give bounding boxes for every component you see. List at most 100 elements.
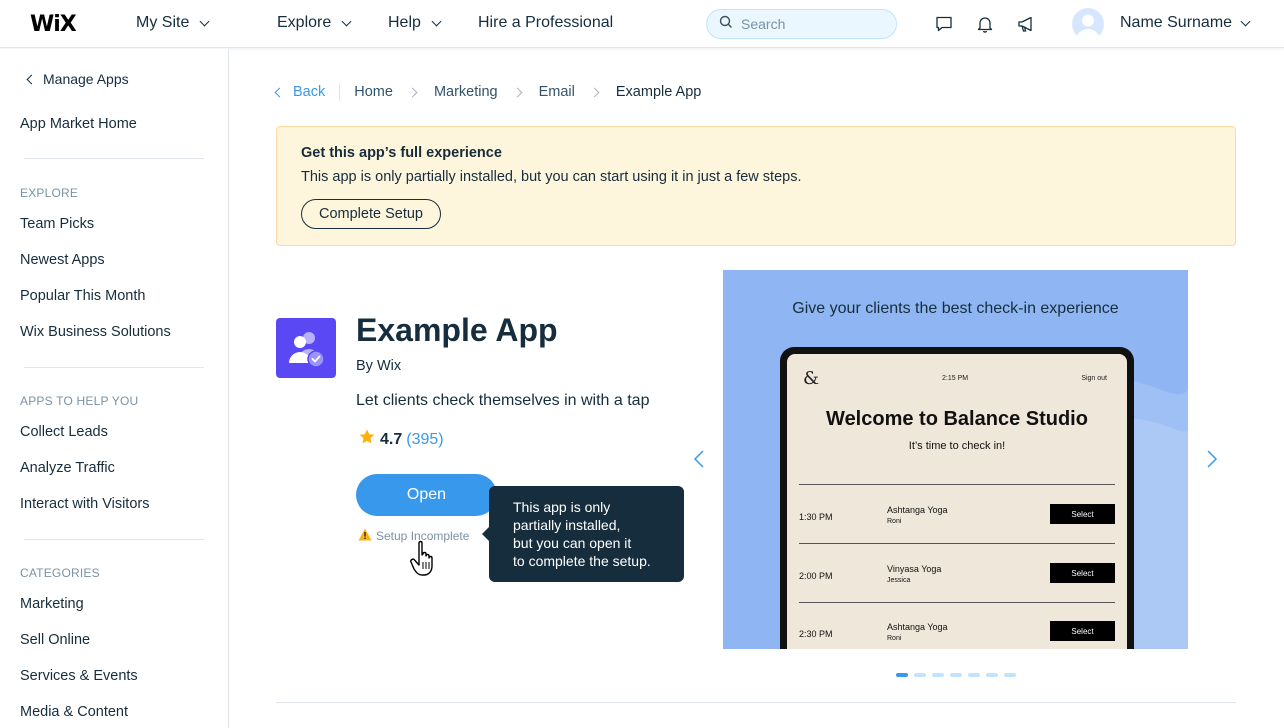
tooltip-line: partially installed, [513,517,621,533]
tablet-frame: & 2:15 PM Sign out Welcome to Balance St… [780,347,1134,649]
search-icon [719,15,733,34]
carousel-dot[interactable] [914,673,926,677]
class-name: Ashtanga Yoga [887,622,948,632]
carousel-next-button[interactable] [1203,450,1221,468]
screen-divider [799,484,1115,485]
manage-apps-label: Manage Apps [43,71,129,87]
banner-title: Get this app’s full experience [301,145,502,161]
chevron-left-icon [274,87,285,97]
class-time: 1:30 PM [799,512,833,522]
banner-text: This app is only partially installed, bu… [301,169,802,185]
class-name: Vinyasa Yoga [887,564,942,574]
sidebar-section-explore: EXPLORE [20,186,79,200]
rating-value: 4.7 [380,430,403,448]
hand-cursor-icon [410,540,440,583]
carousel-dot[interactable] [896,673,908,677]
screen-welcome: Welcome to Balance Studio [826,408,1088,430]
class-row: 1:30 PM Ashtanga Yoga Roni Select [799,503,1115,533]
sidebar-item-marketing[interactable]: Marketing [20,596,84,612]
screen-subtitle: It’s time to check in! [908,440,1006,452]
sidebar-item-collect-leads[interactable]: Collect Leads [20,424,108,440]
open-button[interactable]: Open [356,474,497,516]
hire-professional-label: Hire a Professional [478,14,614,31]
reviews-count-link[interactable]: (395) [406,431,443,449]
tooltip-line: but you can open it [513,535,632,551]
app-screenshot[interactable]: Give your clients the best check-in expe… [723,270,1188,649]
user-menu[interactable]: Name Surname [1120,14,1251,32]
section-divider [276,702,1236,703]
setup-banner: Get this app’s full experience This app … [276,126,1236,246]
tooltip-line: to complete the setup. [513,553,651,569]
carousel-dot[interactable] [968,673,980,677]
class-time: 2:30 PM [799,629,833,639]
explore-menu[interactable]: Explore [277,14,352,32]
chevron-left-icon [693,450,704,468]
explore-label: Explore [277,14,332,31]
sidebar-section-categories: CATEGORIES [20,566,100,580]
app-logo [276,318,336,378]
chevron-right-icon [1207,450,1218,468]
tablet-screen: & 2:15 PM Sign out Welcome to Balance St… [787,354,1127,649]
sidebar-item-team-picks[interactable]: Team Picks [20,216,94,232]
top-bar: WiX My Site Explore Help Hire a Professi… [0,0,1284,48]
sidebar-item-media-content[interactable]: Media & Content [20,704,128,720]
sidebar-item-interact-with-visitors[interactable]: Interact with Visitors [20,496,149,512]
chevron-down-icon [1240,16,1251,26]
my-site-label: My Site [136,14,190,31]
manage-apps-link[interactable]: Manage Apps [26,71,129,87]
sidebar-item-sell-online[interactable]: Sell Online [20,632,90,648]
sidebar-item-popular-this-month[interactable]: Popular This Month [20,288,145,304]
class-row: 2:30 PM Ashtanga Yoga Roni Select [799,620,1115,649]
complete-setup-button[interactable]: Complete Setup [301,199,441,229]
megaphone-icon[interactable] [1016,14,1036,34]
my-site-menu[interactable]: My Site [136,14,210,32]
sidebar-item-services-events[interactable]: Services & Events [20,668,138,684]
sidebar-section-apps-to-help: APPS TO HELP YOU [20,394,139,408]
class-name: Ashtanga Yoga [887,505,948,515]
sidebar-item-analyze-traffic[interactable]: Analyze Traffic [20,460,115,476]
chat-icon[interactable] [934,14,954,34]
breadcrumb: Back Home Marketing Email Example App [274,82,702,102]
class-time: 2:00 PM [799,571,833,581]
chevron-right-icon [589,87,600,97]
app-tagline: Let clients check themselves in with a t… [356,392,650,409]
sidebar-item-wix-business-solutions[interactable]: Wix Business Solutions [20,324,171,340]
select-button: Select [1050,563,1115,583]
chevron-down-icon [199,16,210,26]
class-instructor: Roni [887,518,902,525]
breadcrumb-current: Example App [615,84,702,100]
search-input[interactable] [741,16,881,32]
avatar[interactable] [1072,8,1104,40]
back-link[interactable]: Back [274,84,325,100]
breadcrumb-home[interactable]: Home [354,84,393,100]
help-menu[interactable]: Help [388,14,442,32]
carousel-dot[interactable] [1004,673,1016,677]
carousel-dot[interactable] [986,673,998,677]
sidebar-item-app-market-home[interactable]: App Market Home [20,116,137,132]
class-row: 2:00 PM Vinyasa Yoga Jessica Select [799,562,1115,592]
select-button: Select [1050,504,1115,524]
chevron-down-icon [431,16,442,26]
carousel-dot[interactable] [950,673,962,677]
sidebar-item-newest-apps[interactable]: Newest Apps [20,252,105,268]
app-title: Example App [356,312,558,348]
chevron-right-icon [407,87,418,97]
sidebar-divider [24,158,204,159]
sidebar: Manage Apps App Market Home EXPLORE Team… [0,49,229,728]
warning-icon [358,528,372,544]
carousel-dot[interactable] [932,673,944,677]
bell-icon[interactable] [975,14,995,34]
user-name: Name Surname [1120,14,1233,31]
breadcrumb-marketing[interactable]: Marketing [434,84,498,100]
chevron-down-icon [341,16,352,26]
breadcrumb-email[interactable]: Email [539,84,575,100]
chevron-right-icon [512,87,523,97]
sidebar-divider [24,367,204,368]
search-box[interactable] [706,9,897,39]
app-developer: By Wix [356,358,402,374]
help-label: Help [388,14,421,31]
users-check-icon [289,332,325,368]
hire-professional-link[interactable]: Hire a Professional [478,14,613,32]
wix-logo[interactable]: WiX [30,12,77,37]
carousel-prev-button[interactable] [690,450,708,468]
